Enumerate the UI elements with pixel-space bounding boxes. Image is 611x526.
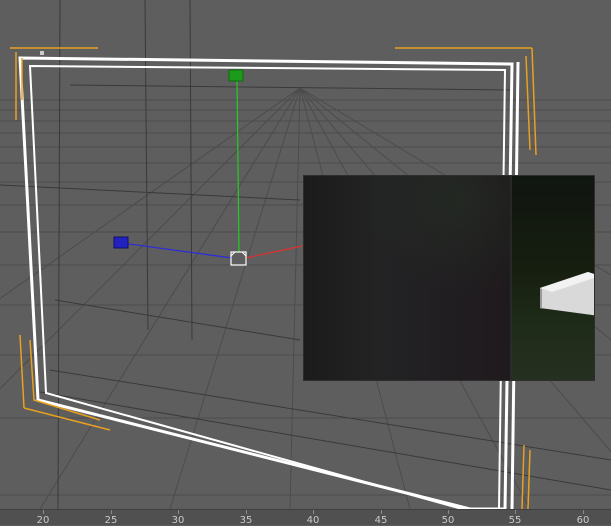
ruler-mark [381, 510, 382, 514]
ruler-tick-label: 30 [171, 515, 185, 526]
timeline-ruler[interactable]: 20 25 30 35 40 45 50 55 60 [0, 509, 611, 526]
ruler-mark [246, 510, 247, 514]
ruler-tick-label: 35 [239, 515, 253, 526]
ruler-mark [178, 510, 179, 514]
ruler-tick-label: 25 [104, 515, 118, 526]
ruler-mark [515, 510, 516, 514]
transform-gizmo-icon[interactable] [113, 69, 303, 266]
ruler-tick-label: 60 [576, 515, 590, 526]
ruler-tick-label: 20 [36, 515, 50, 526]
light-object-icon[interactable] [40, 51, 44, 55]
ruler-mark [583, 510, 584, 514]
ruler-tick-label: 40 [306, 515, 320, 526]
ruler-mark [111, 510, 112, 514]
ruler-tick-label: 45 [374, 515, 388, 526]
ruler-mark [448, 510, 449, 514]
ruler-mark [313, 510, 314, 514]
preview-light-glow [364, 176, 524, 296]
ruler-mark [43, 510, 44, 514]
3d-viewport[interactable] [0, 0, 611, 509]
preview-box-object [540, 272, 594, 316]
preview-seam [510, 176, 512, 380]
render-preview-window[interactable] [304, 176, 594, 380]
ruler-tick-label: 50 [441, 515, 455, 526]
ruler-tick-label: 55 [508, 515, 522, 526]
